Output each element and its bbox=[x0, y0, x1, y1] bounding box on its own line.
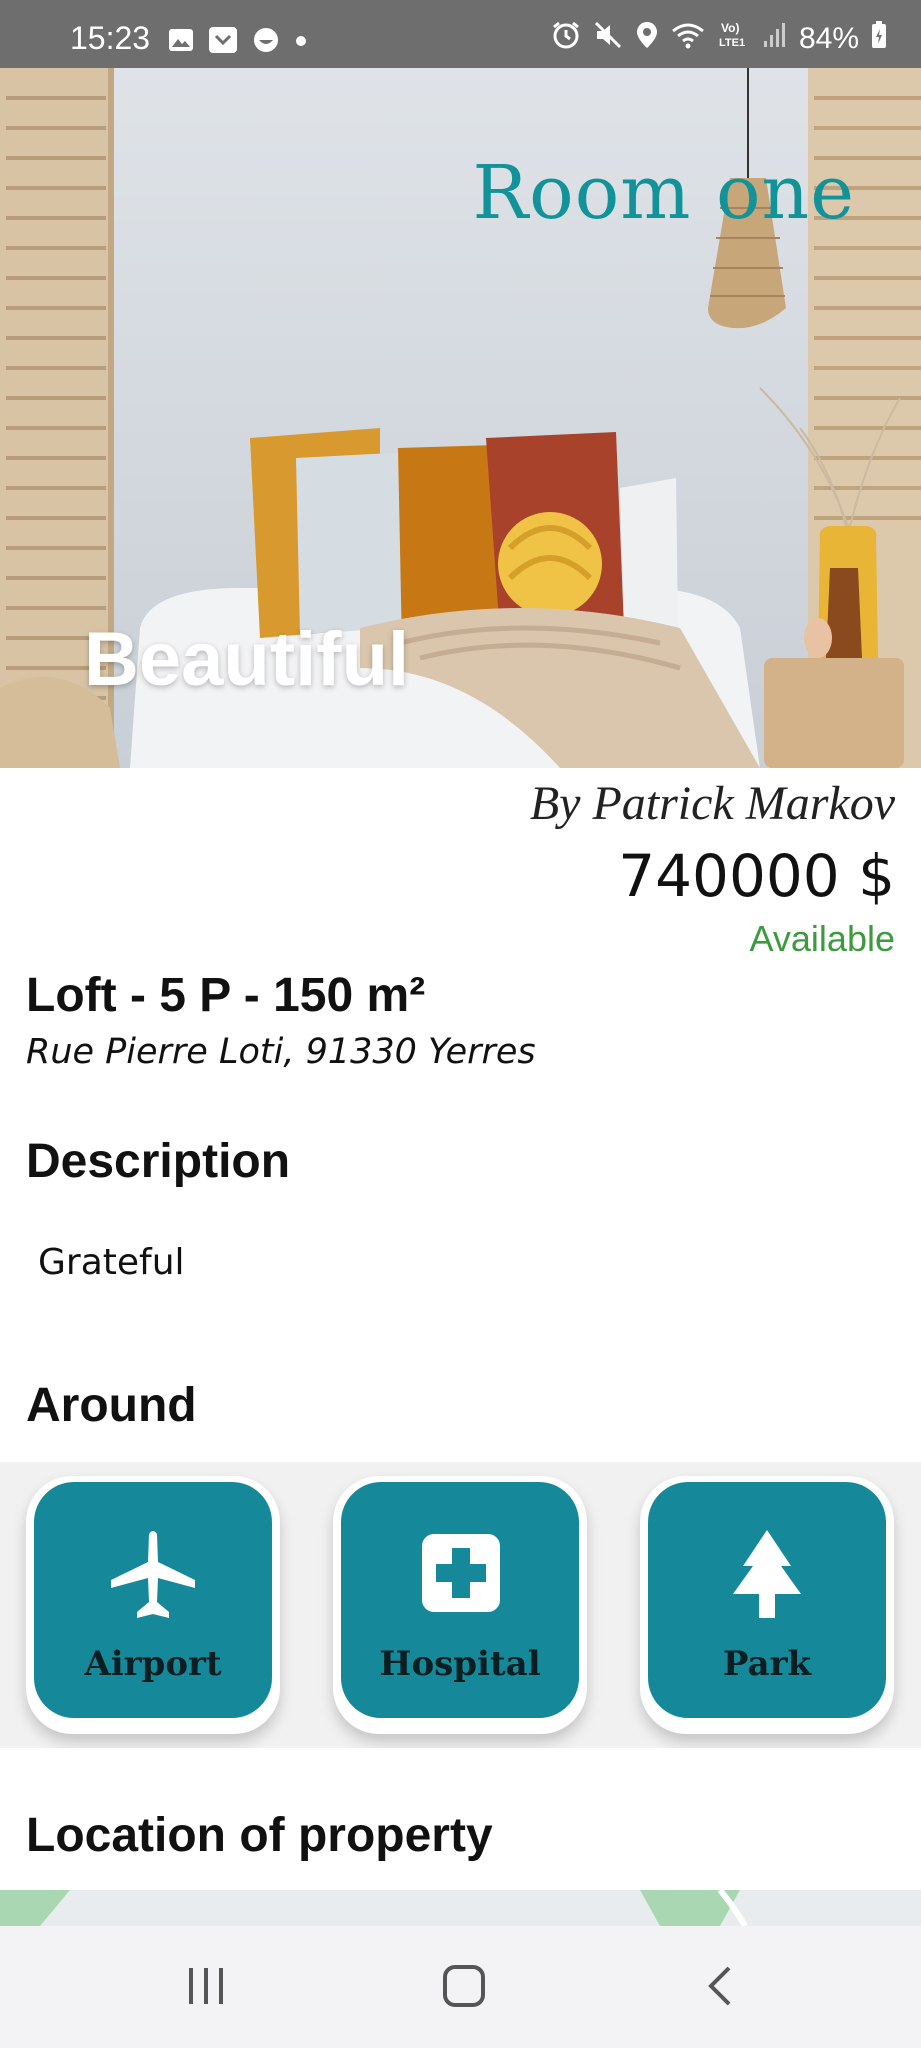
around-list: Airport Hospital Park bbox=[0, 1462, 921, 1748]
price: 740000 $ bbox=[618, 842, 895, 910]
around-card-hospital-label: Hospital bbox=[379, 1644, 541, 1684]
status-time: 15:23 bbox=[70, 20, 151, 56]
location-section: Location of property bbox=[0, 1748, 921, 1890]
emoji-icon bbox=[252, 26, 280, 58]
around-card-airport[interactable]: Airport bbox=[26, 1476, 280, 1734]
around-card-park-label: Park bbox=[722, 1644, 812, 1684]
around-card-airport-label: Airport bbox=[84, 1644, 222, 1684]
location-icon bbox=[635, 20, 659, 58]
back-icon bbox=[708, 1966, 731, 2006]
pocket-icon bbox=[208, 26, 238, 58]
alarm-icon bbox=[551, 20, 581, 58]
property-photo: Room one Beautiful bbox=[0, 68, 921, 768]
home-icon bbox=[443, 1965, 485, 2007]
description-text: Grateful bbox=[38, 1242, 185, 1283]
around-card-hospital-tile: Hospital bbox=[341, 1482, 579, 1718]
property-address: Rue Pierre Loti, 91330 Yerres bbox=[26, 1032, 536, 1072]
room-title: Room one bbox=[472, 150, 855, 236]
recent-apps-button[interactable] bbox=[166, 1956, 246, 2016]
recent-apps-icon bbox=[189, 1968, 223, 2004]
around-card-hospital[interactable]: Hospital bbox=[333, 1476, 587, 1734]
back-button[interactable] bbox=[680, 1956, 760, 2016]
wifi-icon bbox=[671, 21, 705, 57]
signal-icon bbox=[763, 21, 787, 57]
around-card-park-tile: Park bbox=[648, 1482, 886, 1718]
volte-icon: Vo) LTE1 bbox=[717, 20, 751, 58]
home-button[interactable] bbox=[424, 1956, 504, 2016]
status-system-icons: Vo) LTE1 84% bbox=[551, 20, 887, 58]
gallery-icon bbox=[168, 28, 194, 56]
around-card-airport-tile: Airport bbox=[34, 1482, 272, 1718]
svg-text:LTE1: LTE1 bbox=[719, 37, 745, 49]
property-summary: Loft - 5 P - 150 m² bbox=[26, 969, 426, 1022]
status-notification-icons bbox=[168, 26, 308, 58]
around-heading: Around bbox=[26, 1379, 197, 1432]
hospital-cross-icon bbox=[341, 1528, 579, 1624]
owner-name: By Patrick Markov bbox=[529, 777, 895, 830]
room-caption: Beautiful bbox=[84, 617, 410, 702]
property-map[interactable] bbox=[0, 1890, 921, 1926]
svg-text:Vo): Vo) bbox=[721, 21, 739, 35]
airplane-icon bbox=[34, 1528, 272, 1624]
tree-icon bbox=[648, 1528, 886, 1624]
system-navigation-bar bbox=[0, 1926, 921, 2048]
description-heading: Description bbox=[26, 1135, 291, 1188]
mute-icon bbox=[593, 20, 623, 58]
dot-icon bbox=[294, 33, 308, 52]
location-heading: Location of property bbox=[26, 1809, 493, 1862]
status-bar: 15:23 Vo) LTE1 84% bbox=[0, 0, 921, 68]
map-tiles bbox=[0, 1890, 748, 1926]
around-card-park[interactable]: Park bbox=[640, 1476, 894, 1734]
availability-status: Available bbox=[749, 918, 895, 959]
battery-percent: 84% bbox=[798, 22, 859, 55]
battery-icon bbox=[871, 21, 887, 57]
